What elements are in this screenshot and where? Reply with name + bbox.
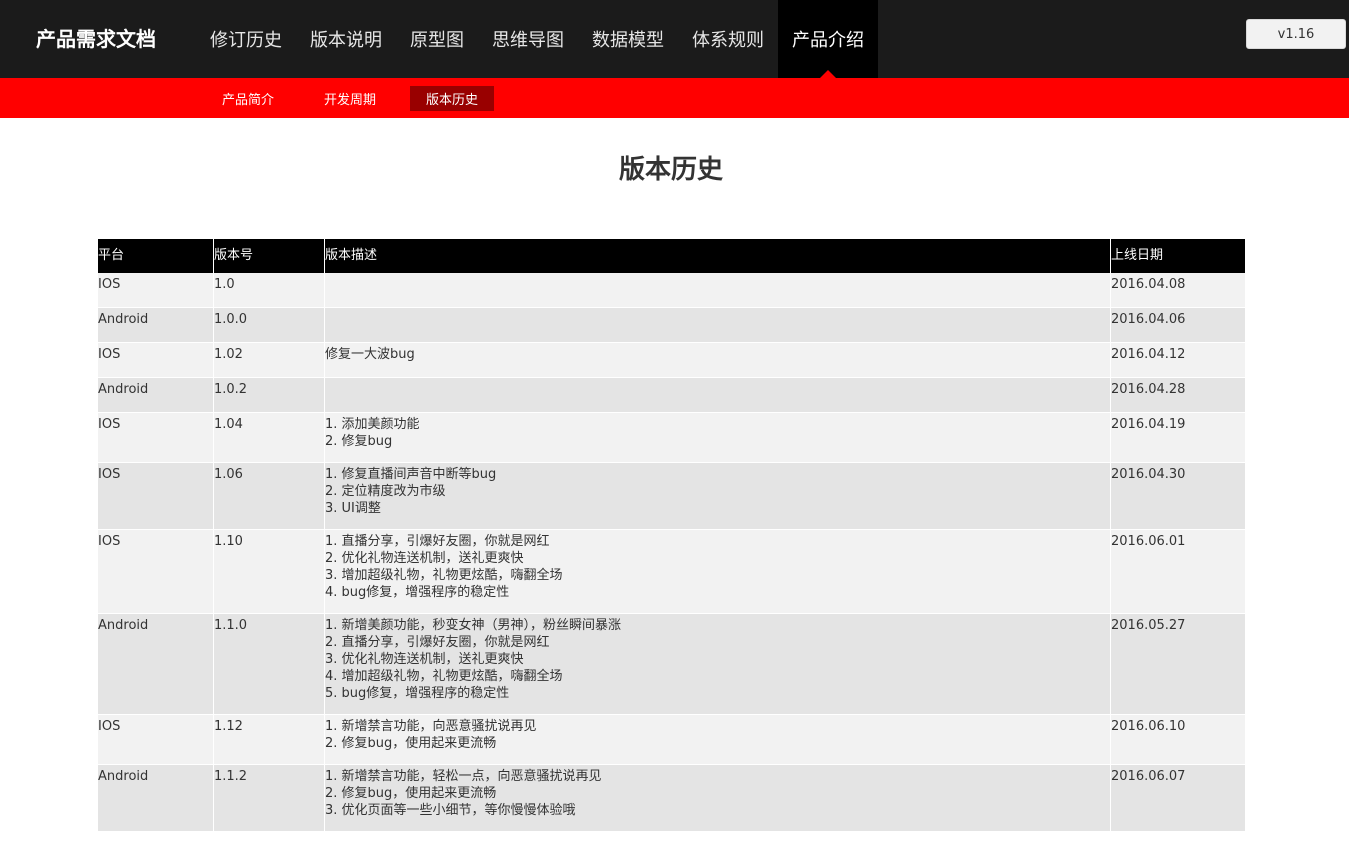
nav-item-data-model[interactable]: 数据模型	[578, 0, 678, 78]
column-header-version: 版本号	[214, 239, 325, 273]
cell-description: 1. 添加美颜功能 2. 修复bug	[325, 413, 1111, 462]
nav-item-revision-history[interactable]: 修订历史	[196, 0, 296, 78]
cell-description: 1. 直播分享，引爆好友圈，你就是网红 2. 优化礼物连送机制，送礼更爽快 3. 增…	[325, 530, 1111, 613]
cell-version: 1.0.0	[214, 308, 325, 342]
cell-description	[325, 308, 1111, 342]
cell-description	[325, 378, 1111, 412]
nav-item-product-intro[interactable]: 产品介绍	[778, 0, 878, 78]
cell-version: 1.0.2	[214, 378, 325, 412]
cell-version: 1.04	[214, 413, 325, 462]
cell-version: 1.1.2	[214, 765, 325, 831]
cell-release-date: 2016.06.07	[1111, 769, 1186, 784]
cell-version: 1.12	[214, 715, 325, 764]
cell-platform: Android	[98, 308, 214, 342]
cell-version: 1.1.0	[214, 614, 325, 714]
table-row: Android 1.1.2 1. 新增禁言功能，轻松一点，向恶意骚扰说再见 2. 修复…	[98, 765, 1245, 832]
cell-platform: Android	[98, 614, 214, 714]
description-line: 4. 增加超级礼物，礼物更炫酷，嗨翻全场	[325, 669, 563, 684]
cell-platform: IOS	[98, 413, 214, 462]
cell-description: 1. 新增禁言功能，向恶意骚扰说再见 2. 修复bug，使用起来更流畅	[325, 715, 1111, 764]
cell-release-date: 2016.04.12	[1111, 347, 1186, 362]
table-row: IOS 1.04 1. 添加美颜功能 2. 修复bug 2016.04.19	[98, 413, 1245, 463]
subnav-item-dev-cycle[interactable]: 开发周期	[308, 86, 392, 111]
table-header-row: 平台 版本号 版本描述 上线日期	[98, 239, 1245, 273]
sub-navbar: 产品简介 开发周期 版本历史	[0, 78, 1349, 118]
cell-release-date: 2016.04.30	[1111, 467, 1186, 482]
cell-release-date: 2016.06.10	[1111, 719, 1186, 734]
cell-platform: Android	[98, 378, 214, 412]
table-row: Android 1.0.0 2016.04.06	[98, 308, 1245, 343]
description-line: 2. 修复bug，使用起来更流畅	[325, 736, 497, 751]
column-header-platform: 平台	[98, 239, 214, 273]
cell-version: 1.06	[214, 463, 325, 529]
nav-item-prototype[interactable]: 原型图	[396, 0, 478, 78]
cell-version: 1.10	[214, 530, 325, 613]
description-line: 1. 新增禁言功能，向恶意骚扰说再见	[325, 719, 537, 734]
table-row: Android 1.1.0 1. 新增美颜功能，秒变女神（男神），粉丝瞬间暴涨 2. …	[98, 614, 1245, 715]
nav-item-version-notes[interactable]: 版本说明	[296, 0, 396, 78]
cell-description: 1. 新增禁言功能，轻松一点，向恶意骚扰说再见 2. 修复bug，使用起来更流畅 3…	[325, 765, 1111, 831]
description-line: 2. 修复bug，使用起来更流畅	[325, 786, 497, 801]
brand-title[interactable]: 产品需求文档	[36, 24, 156, 54]
cell-version: 1.0	[214, 273, 325, 307]
table-row: IOS 1.0 2016.04.08	[98, 273, 1245, 308]
description-line: 4. bug修复，增强程序的稳定性	[325, 585, 510, 600]
description-line: 2. 直播分享，引爆好友圈，你就是网红	[325, 635, 550, 650]
cell-description	[325, 273, 1111, 307]
description-line: 3. UI调整	[325, 501, 381, 516]
description-line: 1. 添加美颜功能	[325, 417, 420, 432]
cell-platform: Android	[98, 765, 214, 831]
description-line: 2. 定位精度改为市级	[325, 484, 446, 499]
cell-release-date: 2016.04.08	[1111, 277, 1186, 292]
description-line: 1. 新增禁言功能，轻松一点，向恶意骚扰说再见	[325, 769, 602, 784]
cell-version: 1.02	[214, 343, 325, 377]
description-line: 3. 优化页面等一些小细节，等你慢慢体验哦	[325, 803, 576, 818]
table-row: IOS 1.06 1. 修复直播间声音中断等bug 2. 定位精度改为市级 3. UI调…	[98, 463, 1245, 530]
nav-item-mind-map[interactable]: 思维导图	[478, 0, 578, 78]
table-row: IOS 1.12 1. 新增禁言功能，向恶意骚扰说再见 2. 修复bug，使用起来更流…	[98, 715, 1245, 765]
subnav-item-product-overview[interactable]: 产品简介	[206, 86, 290, 111]
cell-release-date: 2016.04.28	[1111, 382, 1186, 397]
cell-platform: IOS	[98, 463, 214, 529]
description-line: 5. bug修复，增强程序的稳定性	[325, 686, 510, 701]
cell-release-date: 2016.04.06	[1111, 312, 1186, 327]
description-line: 3. 优化礼物连送机制，送礼更爽快	[325, 652, 524, 667]
top-navbar: 产品需求文档 修订历史 版本说明 原型图 思维导图 数据模型 体系规则 产品介绍…	[0, 0, 1349, 78]
cell-platform: IOS	[98, 343, 214, 377]
cell-release-date: 2016.05.27	[1111, 618, 1186, 633]
cell-description: 1. 新增美颜功能，秒变女神（男神），粉丝瞬间暴涨 2. 直播分享，引爆好友圈，你…	[325, 614, 1111, 714]
sub-nav: 产品简介 开发周期 版本历史	[206, 78, 512, 118]
nav-item-system-rules[interactable]: 体系规则	[678, 0, 778, 78]
description-line: 2. 修复bug	[325, 434, 393, 449]
cell-release-date: 2016.04.19	[1111, 417, 1186, 432]
version-history-table: 平台 版本号 版本描述 上线日期 IOS 1.0 2016.04.08 Android…	[98, 239, 1245, 832]
cell-release-date: 2016.06.01	[1111, 534, 1186, 549]
cell-description: 1. 修复直播间声音中断等bug 2. 定位精度改为市级 3. UI调整	[325, 463, 1111, 529]
cell-description: 修复一大波bug	[325, 343, 1111, 377]
description-line: 1. 新增美颜功能，秒变女神（男神），粉丝瞬间暴涨	[325, 618, 622, 633]
subnav-item-version-history[interactable]: 版本历史	[410, 85, 495, 111]
description-line: 1. 修复直播间声音中断等bug	[325, 467, 497, 482]
cell-platform: IOS	[98, 715, 214, 764]
description-line: 修复一大波bug	[325, 347, 415, 362]
description-line: 2. 优化礼物连送机制，送礼更爽快	[325, 551, 524, 566]
description-line: 3. 增加超级礼物，礼物更炫酷，嗨翻全场	[325, 568, 563, 583]
column-header-description: 版本描述	[325, 239, 1111, 273]
column-header-release-date: 上线日期	[1111, 248, 1164, 263]
table-row: IOS 1.10 1. 直播分享，引爆好友圈，你就是网红 2. 优化礼物连送机制，送礼…	[98, 530, 1245, 614]
main-nav: 修订历史 版本说明 原型图 思维导图 数据模型 体系规则 产品介绍	[196, 0, 878, 78]
cell-platform: IOS	[98, 273, 214, 307]
description-line: 1. 直播分享，引爆好友圈，你就是网红	[325, 534, 550, 549]
page-title: 版本历史	[618, 155, 723, 185]
table-row: Android 1.0.2 2016.04.28	[98, 378, 1245, 413]
table-row: IOS 1.02 修复一大波bug 2016.04.12	[98, 343, 1245, 378]
version-button[interactable]: v1.16	[1246, 19, 1346, 49]
cell-platform: IOS	[98, 530, 214, 613]
